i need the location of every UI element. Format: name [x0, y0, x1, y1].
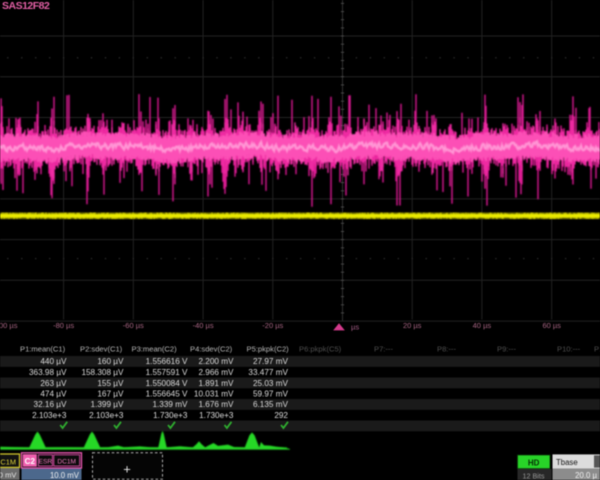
svg-text:263 µV: 263 µV: [40, 379, 67, 388]
svg-text:+: +: [123, 462, 131, 477]
svg-text:10.031 mV: 10.031 mV: [194, 390, 234, 399]
svg-text:1.557591 V: 1.557591 V: [146, 368, 188, 377]
svg-text:P1: P1: [594, 345, 600, 354]
svg-text:P4:sdev(C2): P4:sdev(C2): [190, 345, 233, 354]
svg-text:440 µV: 440 µV: [40, 357, 67, 366]
svg-text:-100 µs: -100 µs: [0, 321, 18, 330]
svg-text:60 µs: 60 µs: [542, 321, 561, 330]
svg-text:P2:sdev(C1): P2:sdev(C1): [80, 345, 123, 354]
svg-text:20.0 µ: 20.0 µ: [575, 471, 597, 480]
svg-text:P9:---: P9:---: [497, 345, 516, 354]
svg-text:P10:---: P10:---: [557, 345, 581, 354]
svg-text:33.477 mV: 33.477 mV: [248, 368, 288, 377]
svg-text:1.339 mV: 1.339 mV: [152, 400, 188, 409]
svg-text:160 µV: 160 µV: [97, 357, 124, 366]
svg-text:1.556616 V: 1.556616 V: [146, 357, 188, 366]
svg-text:12 Bits: 12 Bits: [523, 471, 545, 480]
svg-text:-60 µs: -60 µs: [123, 321, 144, 330]
svg-text:P8:---: P8:---: [437, 345, 456, 354]
svg-text:-80 µs: -80 µs: [53, 321, 74, 330]
svg-text:1.399 µV: 1.399 µV: [91, 400, 124, 409]
svg-text:ESR: ESR: [39, 458, 53, 465]
svg-text:DC1M: DC1M: [0, 458, 16, 467]
svg-text:1.550084 V: 1.550084 V: [146, 379, 188, 388]
svg-text:2.103e+3: 2.103e+3: [89, 411, 124, 420]
svg-text:P1:mean(C1): P1:mean(C1): [20, 345, 66, 354]
svg-text:DC1M: DC1M: [57, 458, 76, 465]
svg-text:363.98 µV: 363.98 µV: [29, 368, 67, 377]
svg-text:6.135 mV: 6.135 mV: [253, 400, 289, 409]
svg-text:27.97 mV: 27.97 mV: [253, 357, 289, 366]
svg-text:C2: C2: [25, 457, 36, 466]
svg-text:P5:pkpk(C2): P5:pkpk(C2): [247, 345, 290, 354]
svg-text:1.676 mV: 1.676 mV: [198, 400, 234, 409]
svg-text:167 µV: 167 µV: [97, 390, 124, 399]
svg-text:SAS12F82: SAS12F82: [2, 0, 50, 12]
svg-text:32.16 µV: 32.16 µV: [34, 400, 67, 409]
svg-text:2.966 mV: 2.966 mV: [198, 368, 234, 377]
svg-text:P3:mean(C2): P3:mean(C2): [132, 345, 178, 354]
svg-text:1.730e+3: 1.730e+3: [153, 411, 188, 420]
svg-text:10.0 mV: 10.0 mV: [50, 471, 80, 480]
svg-text:40 µs: 40 µs: [473, 321, 492, 330]
svg-text:HD: HD: [528, 458, 540, 467]
svg-text:1.730e+3: 1.730e+3: [199, 411, 234, 420]
svg-text:25.03 mV: 25.03 mV: [253, 379, 289, 388]
svg-text:20 µs: 20 µs: [403, 321, 422, 330]
svg-text:µs: µs: [351, 323, 359, 332]
svg-text:0 mV: 0 mV: [0, 471, 17, 480]
svg-text:P7:---: P7:---: [374, 345, 393, 354]
svg-text:292: 292: [274, 411, 288, 420]
svg-text:2.200 mV: 2.200 mV: [198, 357, 234, 366]
svg-text:Tbase: Tbase: [556, 458, 578, 467]
svg-text:155 µV: 155 µV: [97, 379, 124, 388]
svg-text:-20 µs: -20 µs: [262, 321, 283, 330]
svg-text:1.891 mV: 1.891 mV: [198, 379, 234, 388]
svg-text:-40 µs: -40 µs: [193, 321, 214, 330]
svg-text:P6:pkpk(C5): P6:pkpk(C5): [299, 345, 342, 354]
svg-text:474 µV: 474 µV: [40, 390, 67, 399]
svg-text:1.556645 V: 1.556645 V: [146, 390, 188, 399]
svg-text:158.308 µV: 158.308 µV: [81, 368, 124, 377]
svg-text:2.103e+3: 2.103e+3: [32, 411, 67, 420]
svg-text:59.97 mV: 59.97 mV: [253, 390, 289, 399]
